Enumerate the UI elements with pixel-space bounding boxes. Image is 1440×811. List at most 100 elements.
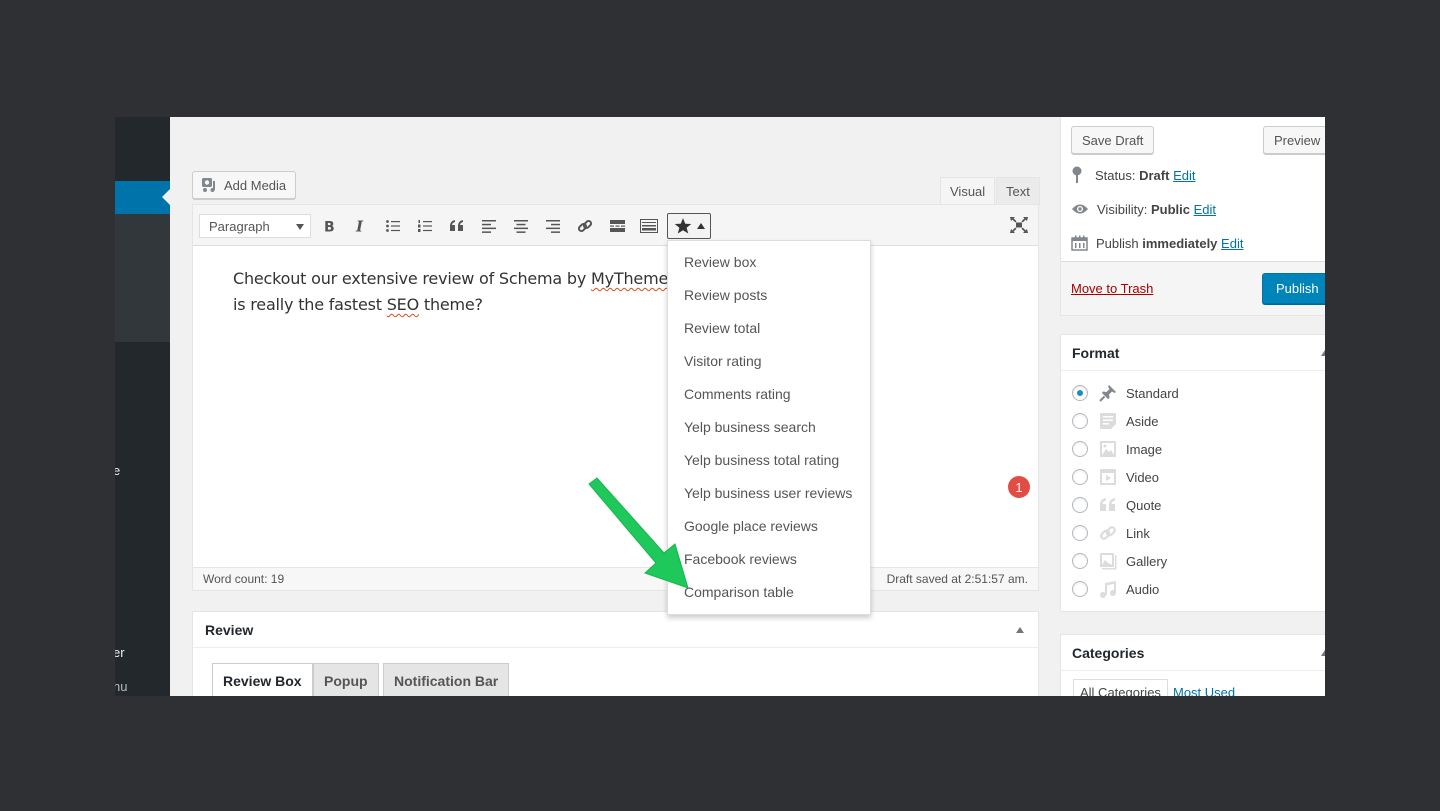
star-icon [674,218,691,234]
menu-item-review-posts[interactable]: Review posts [668,278,870,311]
radio-button[interactable] [1072,525,1088,541]
preview-button[interactable]: Preview [1263,126,1325,154]
menu-item-comments-rating[interactable]: Comments rating [668,377,870,410]
collapse-toggle-icon[interactable] [1321,350,1325,356]
fullscreen-button[interactable] [1008,214,1030,236]
edit-status-link[interactable]: Edit [1173,168,1195,183]
format-option-label: Standard [1126,385,1179,401]
editor-content[interactable]: Checkout our extensive review of Schema … [233,266,1018,318]
read-more-icon [609,220,625,232]
tab-all-categories[interactable]: All Categories [1073,679,1168,696]
quote-icon [1098,495,1118,515]
review-metabox-title[interactable]: Review [193,612,1038,648]
format-option-gallery[interactable]: Gallery [1072,551,1167,571]
content-text: theme? [418,295,483,314]
menu-item-yelp-business-user-reviews[interactable]: Yelp business user reviews [668,476,870,509]
radio-button[interactable] [1072,385,1088,401]
radio-button[interactable] [1072,413,1088,429]
link-icon [1098,523,1118,543]
collapse-toggle-icon[interactable] [1016,627,1024,633]
menu-item-yelp-business-search[interactable]: Yelp business search [668,410,870,443]
read-more-button[interactable] [604,214,630,238]
review-tab-notification-bar[interactable]: Notification Bar [383,663,510,696]
tab-visual[interactable]: Visual [940,177,996,205]
format-option-link[interactable]: Link [1072,523,1150,543]
toolbar-toggle-button[interactable] [636,214,662,238]
menu-item-facebook-reviews[interactable]: Facebook reviews [668,542,870,575]
edit-visibility-link[interactable]: Edit [1194,202,1216,217]
active-indicator-arrow [162,189,170,205]
collapse-toggle-icon[interactable] [1321,650,1325,656]
edit-publish-date-link[interactable]: Edit [1221,236,1243,251]
add-media-button[interactable]: Add Media [192,171,297,199]
radio-button[interactable] [1072,553,1088,569]
align-left-icon [482,219,496,233]
publish-actions: Move to Trash Publish [1061,261,1325,315]
menu-item-comparison-table[interactable]: Comparison table [668,575,870,608]
bold-icon: B [324,220,335,234]
format-option-quote[interactable]: Quote [1072,495,1161,515]
bold-button[interactable]: B [316,214,342,238]
numbered-list-icon [418,220,432,232]
misspelled-word[interactable]: SEO [387,295,419,314]
caret-up-icon [696,223,705,229]
format-option-audio[interactable]: Audio [1072,579,1159,599]
format-option-standard[interactable]: Standard [1072,383,1179,403]
numbered-list-button[interactable] [412,214,438,238]
format-option-label: Link [1126,525,1150,541]
radio-button[interactable] [1072,469,1088,485]
shortcode-menu-button[interactable] [667,213,711,239]
align-right-button[interactable] [540,214,566,238]
radio-button[interactable] [1072,497,1088,513]
italic-icon: I [355,219,364,233]
move-to-trash-link[interactable]: Move to Trash [1071,281,1153,296]
italic-button[interactable]: I [348,214,374,238]
visibility-label: Visibility: [1097,201,1148,217]
svg-text:I: I [355,219,364,233]
publish-button[interactable]: Publish [1262,273,1325,304]
audio-icon [1098,579,1118,599]
format-option-label: Audio [1126,581,1160,597]
menu-item-review-box[interactable]: Review box [668,245,870,278]
content-text: is really the fastest [233,295,387,314]
shortcode-dropdown-menu: Review box Review posts Review total Vis… [667,240,871,615]
align-center-button[interactable] [508,214,534,238]
tab-text[interactable]: Text [996,177,1040,205]
publish-value: immediately [1142,235,1218,251]
format-option-label: Aside [1126,413,1159,429]
admin-menu-item-fragment[interactable]: e [115,463,120,478]
categories-metabox-title[interactable]: Categories [1061,635,1325,671]
format-option-image[interactable]: Image [1072,439,1162,459]
bulleted-list-icon [386,220,400,232]
format-option-video[interactable]: Video [1072,467,1159,487]
format-option-aside[interactable]: Aside [1072,411,1159,431]
blockquote-button[interactable] [444,214,470,238]
bulleted-list-button[interactable] [380,214,406,238]
chevron-down-icon [296,224,304,230]
format-option-label: Video [1126,469,1160,485]
notification-badge[interactable]: 1 [1008,476,1030,498]
radio-button[interactable] [1072,441,1088,457]
image-icon [1098,439,1118,459]
menu-item-visitor-rating[interactable]: Visitor rating [668,344,870,377]
admin-menu-item-active[interactable] [115,181,170,214]
align-right-icon [546,219,560,233]
format-select[interactable]: Paragraph [199,214,311,238]
review-tab-review-box[interactable]: Review Box [212,663,313,696]
menu-item-review-total[interactable]: Review total [668,311,870,344]
format-option-label: Quote [1126,497,1162,513]
menu-item-yelp-business-total-rating[interactable]: Yelp business total rating [668,443,870,476]
calendar-icon [1071,235,1088,251]
review-tab-popup[interactable]: Popup [313,663,379,696]
menu-item-google-place-reviews[interactable]: Google place reviews [668,509,870,542]
admin-menu-item-fragment[interactable]: er [115,645,125,660]
radio-button[interactable] [1072,581,1088,597]
align-left-button[interactable] [476,214,502,238]
admin-menu-item-fragment[interactable]: nu [115,679,127,694]
gallery-icon [1098,551,1118,571]
tab-most-used[interactable]: Most Used [1167,679,1241,697]
save-draft-button[interactable]: Save Draft [1071,126,1155,154]
format-metabox-title[interactable]: Format [1061,335,1325,371]
admin-sidebar: e er nu [115,117,170,696]
insert-link-button[interactable] [572,214,598,238]
